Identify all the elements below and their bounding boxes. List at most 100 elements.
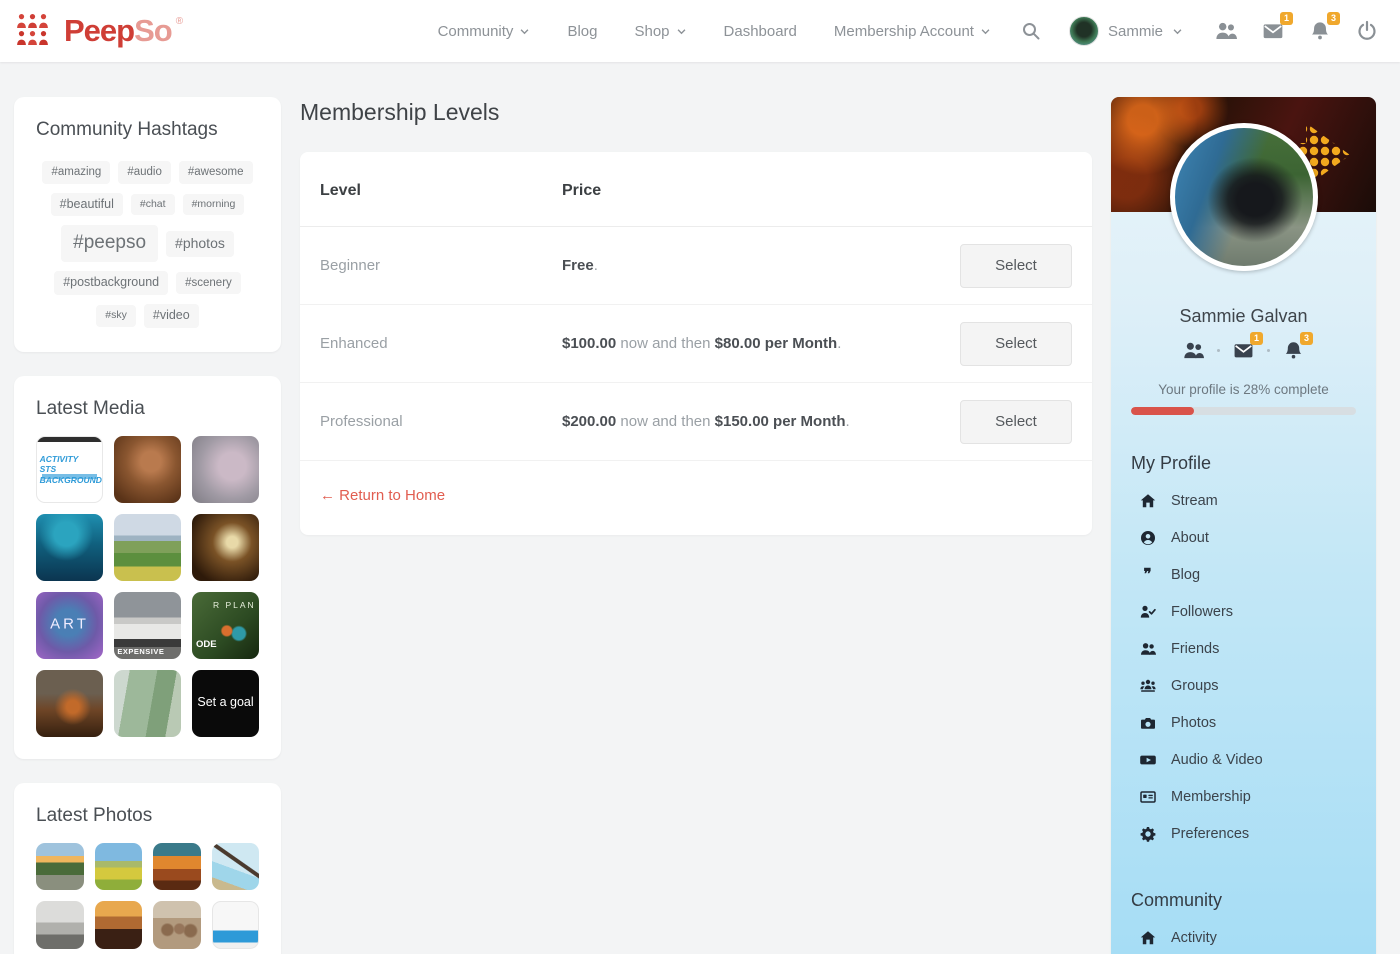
nav-item-shop[interactable]: Shop <box>634 23 686 40</box>
media-thumb-art-globe[interactable]: ART <box>36 591 103 659</box>
separator-dot <box>1217 349 1220 352</box>
hashtag-video[interactable]: #video <box>143 304 199 328</box>
photo-thumb-palm-beach[interactable] <box>211 842 259 891</box>
notifications-button[interactable]: 3 <box>1309 12 1340 42</box>
price-cell: $200.00 now and then $150.00 per Month. <box>562 413 850 430</box>
profile-menu-followers[interactable]: Followers <box>1111 593 1376 630</box>
chevron-down-icon <box>677 28 685 34</box>
photo-thumb-road-sunset[interactable] <box>36 842 84 891</box>
price-cell: Free. <box>562 257 598 274</box>
hashtag-photos[interactable]: #photos <box>166 231 234 257</box>
people-icon <box>1183 340 1204 361</box>
media-thumb-activity-screenshot[interactable]: ACTIVITY STS BACKGROUND <box>36 435 103 503</box>
media-thumb-white-car[interactable]: EXPENSIVE <box>114 591 181 659</box>
profile-icon-row: 1 3 <box>1111 332 1376 361</box>
peepso-logo[interactable]: PeepSo ® <box>16 14 183 48</box>
hashtag-audio[interactable]: #audio <box>118 161 171 184</box>
profile-sidebar: Sammie Galvan 1 3 Your profile is 28% co… <box>1111 97 1376 954</box>
media-grid: ACTIVITY STS BACKGROUND ART EXPENSIVE R P… <box>36 435 259 737</box>
profile-avatar[interactable] <box>1169 123 1318 271</box>
community-hashtags-widget: Community Hashtags #amazing #audio #awes… <box>14 97 281 352</box>
profile-menu-stream[interactable]: Stream <box>1111 482 1376 519</box>
media-thumb-mountain-meadow[interactable] <box>114 513 181 581</box>
hashtag-amazing[interactable]: #amazing <box>42 161 111 184</box>
photo-thumb-sepia-balloons[interactable] <box>153 901 201 949</box>
hashtag-chat[interactable]: #chat <box>130 193 175 216</box>
hashtag-awesome[interactable]: #awesome <box>178 161 253 184</box>
profile-menu-membership[interactable]: Membership <box>1111 778 1376 815</box>
select-beginner-button[interactable]: Select <box>960 243 1072 288</box>
people-group-icon <box>1139 678 1156 694</box>
nav-item-blog[interactable]: Blog <box>567 23 597 40</box>
hashtag-peepso[interactable]: #peepso <box>61 225 159 263</box>
profile-notifications-button[interactable]: 3 <box>1283 332 1313 361</box>
hashtag-postbackground[interactable]: #postbackground <box>54 271 169 296</box>
media-thumb-glass-plants[interactable] <box>114 669 181 737</box>
media-thumb-gray-smoke[interactable] <box>192 435 259 503</box>
profile-completeness-text: Your profile is 28% complete <box>1158 382 1329 397</box>
nav-item-membership-account[interactable]: Membership Account <box>834 23 991 40</box>
user-check-icon <box>1139 604 1156 620</box>
id-card-icon <box>1139 789 1156 805</box>
photo-thumb-crowd-sunset[interactable] <box>94 901 142 949</box>
media-thumb-orange-smoke[interactable] <box>114 435 181 503</box>
table-row-enhanced: Enhanced $100.00 now and then $80.00 per… <box>300 305 1092 383</box>
photo-thumb-sunset-landscape[interactable] <box>153 842 201 891</box>
select-professional-button[interactable]: Select <box>960 399 1072 444</box>
profile-menu-groups[interactable]: Groups <box>1111 667 1376 704</box>
photo-thumb-foggy-temple[interactable] <box>36 901 84 949</box>
nav-item-community[interactable]: Community <box>438 23 531 40</box>
main-content: Membership Levels Level Price Beginner F… <box>300 97 1092 535</box>
media-thumb-set-a-goal[interactable]: Set a goal <box>192 669 259 737</box>
profile-menu-audio-video[interactable]: Audio & Video <box>1111 741 1376 778</box>
top-navbar: PeepSo ® Community Blog Shop Dashboard M… <box>0 0 1400 62</box>
nav-links: Community Blog Shop Dashboard Membership… <box>438 23 991 40</box>
messages-button[interactable]: 1 <box>1262 12 1293 42</box>
section-header-community: Community <box>1131 890 1223 910</box>
photo-thumb-document-screenshot[interactable] <box>211 901 259 949</box>
home-icon <box>1139 493 1156 509</box>
profile-menu-photos[interactable]: Photos <box>1111 704 1376 741</box>
photo-grid <box>36 842 259 949</box>
messages-badge: 1 <box>1279 12 1293 25</box>
table-footer: ← Return to Home <box>300 461 1092 535</box>
search-button[interactable] <box>1021 21 1041 41</box>
price-cell: $100.00 now and then $80.00 per Month. <box>562 335 842 352</box>
hashtag-cloud: #amazing #audio #awesome #beautiful #cha… <box>36 157 259 330</box>
peepso-people-icon <box>17 14 48 45</box>
media-thumb-night-figure[interactable] <box>192 513 259 581</box>
column-header-price: Price <box>562 182 602 199</box>
hashtag-beautiful[interactable]: #beautiful <box>50 192 123 217</box>
table-row-professional: Professional $200.00 now and then $150.0… <box>300 383 1092 461</box>
widget-title: Latest Photos <box>36 804 153 826</box>
select-enhanced-button[interactable]: Select <box>960 321 1072 366</box>
membership-levels-table: Level Price Beginner Free. Select Enhanc… <box>300 152 1092 535</box>
media-thumb-birds[interactable]: R PLAN ODE <box>192 591 259 659</box>
profile-menu-about[interactable]: About <box>1111 519 1376 556</box>
logout-button[interactable] <box>1356 20 1378 42</box>
hashtag-sky[interactable]: #sky <box>96 305 136 327</box>
hashtag-morning[interactable]: #morning <box>182 193 245 216</box>
hashtag-scenery[interactable]: #scenery <box>176 271 241 295</box>
profile-menu-preferences[interactable]: Preferences <box>1111 815 1376 852</box>
brand-name: PeepSo <box>64 13 173 48</box>
profile-menu-blog[interactable]: ❞ Blog <box>1111 556 1376 593</box>
return-to-home-link[interactable]: ← Return to Home <box>320 487 445 504</box>
user-circle-icon <box>1139 530 1156 546</box>
home-icon <box>1139 930 1156 946</box>
messages-badge: 1 <box>1249 332 1263 345</box>
profile-messages-button[interactable]: 1 <box>1233 332 1263 361</box>
friend-requests-button[interactable] <box>1215 20 1237 42</box>
media-thumb-autumn-forest[interactable] <box>36 669 103 737</box>
media-thumb-underwater-forest[interactable] <box>36 513 103 581</box>
photo-thumb-yellow-field[interactable] <box>94 842 142 891</box>
latest-photos-widget: Latest Photos <box>14 782 281 954</box>
power-icon <box>1356 20 1378 42</box>
nav-item-dashboard[interactable]: Dashboard <box>724 23 797 40</box>
video-icon <box>1139 752 1156 768</box>
profile-menu-friends[interactable]: Friends <box>1111 630 1376 667</box>
community-menu-activity[interactable]: Activity <box>1111 919 1376 954</box>
user-menu[interactable]: Sammie <box>1068 16 1183 46</box>
profile-friends-button[interactable] <box>1183 340 1204 361</box>
column-header-level: Level <box>320 182 361 199</box>
